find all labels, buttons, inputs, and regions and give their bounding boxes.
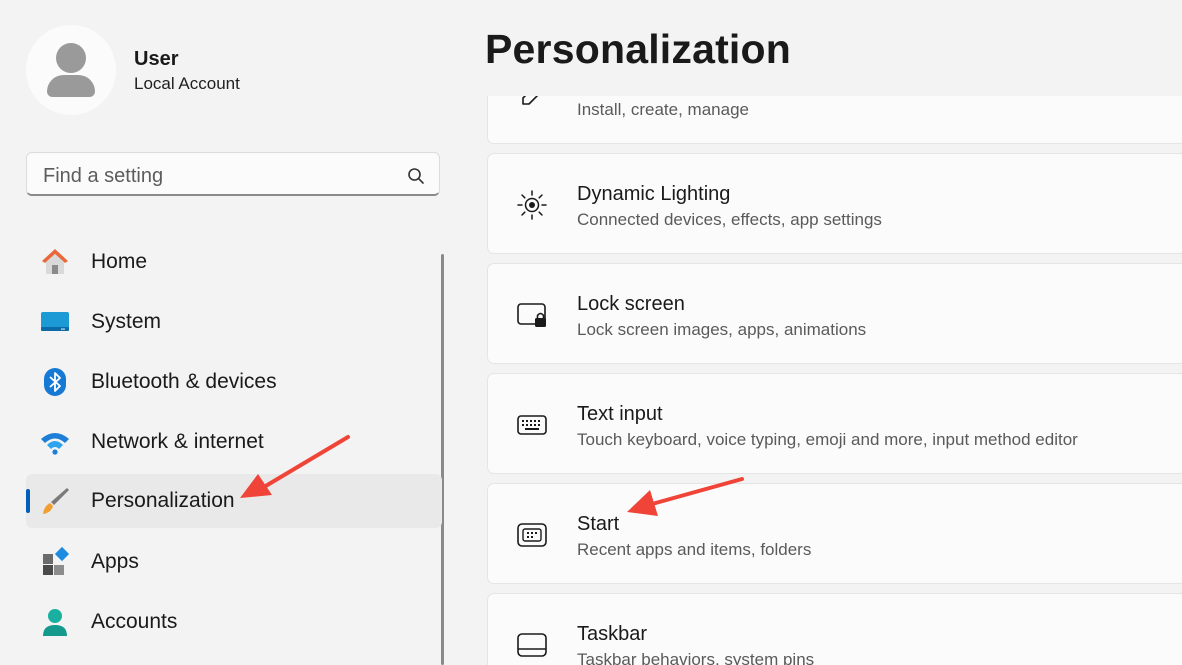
page-title: Personalization <box>485 26 792 72</box>
sidebar-item-personalization[interactable]: Personalization <box>26 474 442 528</box>
selection-indicator <box>26 489 30 513</box>
pen-icon <box>522 96 539 105</box>
avatar[interactable] <box>26 25 116 115</box>
keyboard-icon <box>517 415 547 435</box>
card-title: Start <box>577 513 620 535</box>
settings-card-start[interactable]: Start Recent apps and items, folders <box>487 483 1182 584</box>
card-title: Dynamic Lighting <box>577 183 731 205</box>
settings-list: Install, create, manage Dynamic Lighting… <box>486 96 1182 665</box>
paintbrush-icon <box>43 488 69 514</box>
wifi-icon <box>41 433 69 455</box>
search-input[interactable]: Find a setting <box>43 165 163 188</box>
sidebar-item-label: Home <box>91 250 148 273</box>
home-icon <box>42 249 68 274</box>
user-account-type: Local Account <box>134 74 240 93</box>
settings-card-fonts[interactable]: Install, create, manage <box>487 96 1182 144</box>
sidebar-item-label: Accounts <box>91 610 178 633</box>
sidebar-item-label: Bluetooth & devices <box>91 370 277 393</box>
taskbar-icon <box>517 633 547 657</box>
card-subtitle: Connected devices, effects, app settings <box>577 210 882 229</box>
sidebar-item-home[interactable]: Home <box>26 235 442 289</box>
card-subtitle: Touch keyboard, voice typing, emoji and … <box>577 430 1078 449</box>
sidebar-item-label: Personalization <box>91 489 235 512</box>
card-title: Taskbar <box>577 623 648 645</box>
card-title: Lock screen <box>577 293 685 315</box>
card-subtitle: Lock screen images, apps, animations <box>577 320 867 339</box>
sidebar-item-label: System <box>91 310 162 333</box>
settings-card-dynamic-lighting[interactable]: Dynamic Lighting Connected devices, effe… <box>487 153 1182 254</box>
search-box[interactable]: Find a setting <box>26 152 440 196</box>
sidebar-item-label: Apps <box>91 550 139 573</box>
sidebar-item-accounts[interactable]: Accounts <box>26 595 442 649</box>
apps-icon <box>43 546 70 575</box>
card-title: Text input <box>577 403 663 425</box>
search-icon[interactable] <box>407 167 425 185</box>
person-icon <box>43 609 67 636</box>
user-name: User <box>134 48 179 70</box>
avatar-body <box>47 75 95 97</box>
lock-screen-icon <box>517 303 546 327</box>
sidebar: User Local Account Find a setting Home S… <box>0 0 460 665</box>
sidebar-item-bluetooth[interactable]: Bluetooth & devices <box>26 355 442 409</box>
sidebar-item-system[interactable]: System <box>26 295 442 349</box>
sidebar-item-network[interactable]: Network & internet <box>26 415 442 469</box>
card-subtitle: Install, create, manage <box>577 100 749 119</box>
start-icon <box>517 523 547 547</box>
dynamic-lighting-icon <box>517 190 547 220</box>
sidebar-item-apps[interactable]: Apps <box>26 535 442 589</box>
bluetooth-icon <box>44 368 66 396</box>
system-icon <box>41 312 69 331</box>
card-subtitle: Recent apps and items, folders <box>577 540 812 559</box>
settings-card-lock-screen[interactable]: Lock screen Lock screen images, apps, an… <box>487 263 1182 364</box>
sidebar-item-label: Network & internet <box>91 430 264 453</box>
avatar-head <box>56 43 86 73</box>
card-subtitle: Taskbar behaviors, system pins <box>577 650 815 665</box>
settings-card-taskbar[interactable]: Taskbar Taskbar behaviors, system pins <box>487 593 1182 665</box>
settings-card-text-input[interactable]: Text input Touch keyboard, voice typing,… <box>487 373 1182 474</box>
